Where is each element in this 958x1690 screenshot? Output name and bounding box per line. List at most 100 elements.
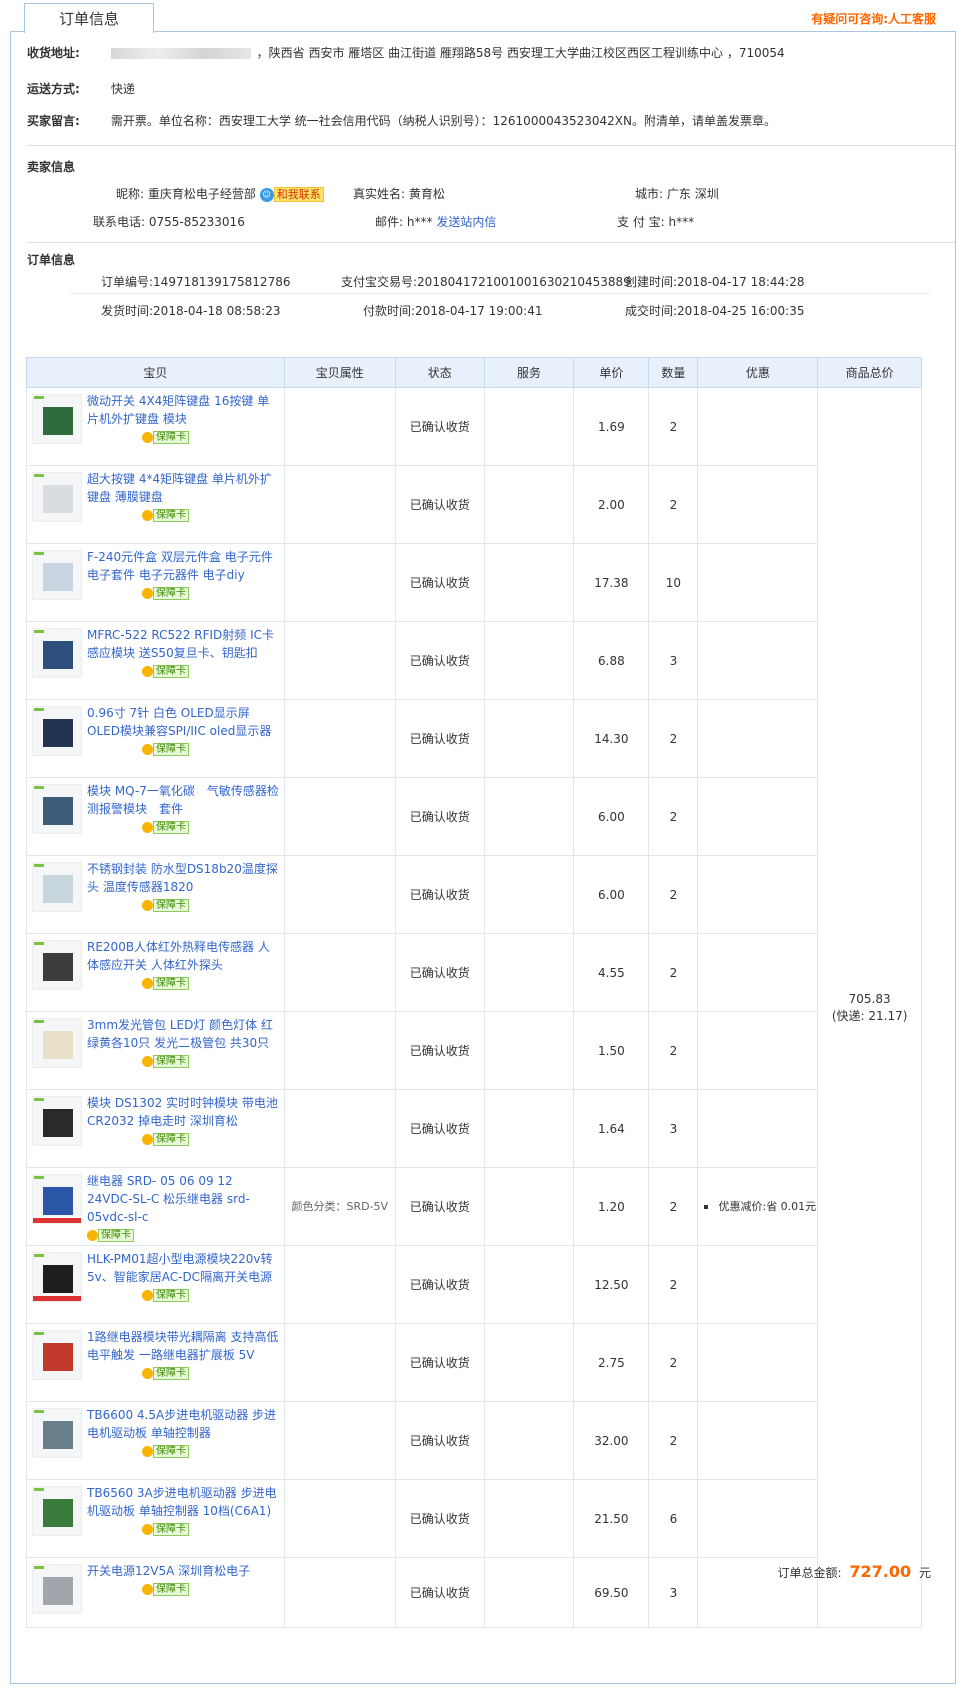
product-title-link[interactable]: 超大按键 4*4矩阵键盘 单片机外扩键盘 薄膜键盘	[87, 470, 280, 506]
product-thumbnail[interactable]	[32, 1408, 82, 1458]
product-thumbnail[interactable]	[32, 628, 82, 678]
bulb-icon	[142, 978, 153, 989]
item-cell: F-240元件盒 双层元件盒 电子元件电子套件 电子元器件 电子diy 保障卡	[26, 543, 285, 622]
table-row: 模块 MQ-7一氧化碳 气敏传感器检测报警模块 套件 保障卡 已确认收货 6.00 2	[26, 777, 922, 856]
discount-cell	[697, 1401, 819, 1480]
product-title-link[interactable]: 不锈钢封装 防水型DS18b20温度探头 温度传感器1820	[87, 860, 280, 896]
guarantee-card-badge[interactable]: 保障卡	[142, 976, 189, 990]
product-title-link[interactable]: HLK-PM01超小型电源模块220v转5v、智能家居AC-DC隔离开关电源	[87, 1250, 280, 1286]
status-cell: 已确认收货	[394, 1323, 485, 1402]
product-title-link[interactable]: 模块 DS1302 实时时钟模块 带电池CR2032 掉电走时 深圳育松	[87, 1094, 280, 1130]
product-thumbnail[interactable]	[32, 862, 82, 912]
bulb-icon	[142, 588, 153, 599]
seller-city: 城市: 广东 深圳	[635, 187, 719, 201]
qty-cell: 2	[648, 933, 699, 1012]
qty-cell: 2	[648, 387, 699, 466]
product-title-link[interactable]: 继电器 SRD- 05 06 09 12 24VDC-SL-C 松乐继电器 sr…	[87, 1172, 280, 1226]
guarantee-card-badge[interactable]: 保障卡	[142, 1132, 189, 1146]
product-thumbnail[interactable]	[32, 1096, 82, 1146]
guarantee-card-badge[interactable]: 保障卡	[142, 1054, 189, 1068]
bulb-icon	[142, 510, 153, 521]
bullet-icon	[704, 1204, 709, 1209]
attr-cell	[283, 699, 396, 778]
product-title-link[interactable]: 1路继电器模块带光耦隔离 支持高低电平触发 一路继电器扩展板 5V	[87, 1328, 280, 1364]
product-title-link[interactable]: 开关电源12V5A 深圳育松电子	[87, 1562, 280, 1580]
price-cell: 2.00	[573, 465, 650, 544]
discount-cell	[697, 933, 819, 1012]
product-thumbnail[interactable]	[32, 1330, 82, 1380]
guarantee-card-badge[interactable]: 保障卡	[142, 898, 189, 912]
product-thumbnail[interactable]	[32, 1564, 82, 1614]
discount-cell	[697, 387, 819, 466]
guarantee-card-badge[interactable]: 保障卡	[142, 1522, 189, 1536]
status-cell: 已确认收货	[394, 1557, 485, 1628]
product-thumbnail[interactable]	[32, 1174, 82, 1224]
status-cell: 已确认收货	[394, 933, 485, 1012]
status-cell: 已确认收货	[394, 855, 485, 934]
service-cell	[483, 1089, 575, 1168]
service-cell	[483, 1167, 575, 1246]
guarantee-card-badge[interactable]: 保障卡	[142, 664, 189, 678]
table-row: RE200B人体红外热释电传感器 人体感应开关 人体红外探头 保障卡 已确认收货 4.…	[26, 933, 922, 1012]
service-cell	[483, 1401, 575, 1480]
qty-cell: 2	[648, 1323, 699, 1402]
col-header-status: 状态	[394, 357, 485, 388]
buyer-note-row: 买家留言: 需开票。单位名称：西安理工大学 统一社会信用代码（纳税人识别号）：1…	[27, 112, 776, 129]
product-thumbnail[interactable]	[32, 472, 82, 522]
status-cell: 已确认收货	[394, 777, 485, 856]
guarantee-card-badge[interactable]: 保障卡	[87, 1228, 134, 1242]
address-row: 收货地址: ，陕西省 西安市 雁塔区 曲江街道 雁翔路58号 西安理工大学曲江校…	[27, 44, 785, 61]
table-row: F-240元件盒 双层元件盒 电子元件电子套件 电子元器件 电子diy 保障卡 已确…	[26, 543, 922, 622]
guarantee-card-badge[interactable]: 保障卡	[142, 1366, 189, 1380]
product-thumbnail[interactable]	[32, 1486, 82, 1536]
product-thumbnail[interactable]	[32, 1252, 82, 1302]
order-section-title: 订单信息	[27, 253, 76, 267]
seller-nick: 昵称: 重庆育松电子经营部 ☺ 和我联系	[116, 185, 324, 202]
item-cell: 超大按键 4*4矩阵键盘 单片机外扩键盘 薄膜键盘保障卡	[26, 465, 285, 544]
product-title-link[interactable]: 模块 MQ-7一氧化碳 气敏传感器检测报警模块 套件	[87, 782, 280, 818]
seller-section-title: 卖家信息	[27, 160, 76, 174]
product-title-link[interactable]: 0.96寸 7针 白色 OLED显示屏 OLED模块兼容SPI/IIC oled…	[87, 704, 280, 740]
service-cell	[483, 465, 575, 544]
product-thumbnail[interactable]	[32, 394, 82, 444]
total-price: 705.83	[848, 991, 891, 1006]
service-cell	[483, 777, 575, 856]
qty-cell: 2	[648, 1245, 699, 1324]
product-title-link[interactable]: TB6600 4.5A步进电机驱动器 步进电机驱动板 单轴控制器	[87, 1406, 280, 1442]
product-title-link[interactable]: F-240元件盒 双层元件盒 电子元件电子套件 电子元器件 电子diy	[87, 548, 280, 584]
attr-cell	[283, 855, 396, 934]
customer-service-link[interactable]: 有疑问可咨询:人工客服	[811, 10, 936, 27]
guarantee-card-badge[interactable]: 保障卡	[142, 1444, 189, 1458]
tab-order-info[interactable]: 订单信息	[24, 3, 154, 33]
wangwang-icon: ☺	[259, 187, 274, 202]
product-thumbnail[interactable]	[32, 706, 82, 756]
guarantee-card-badge[interactable]: 保障卡	[142, 430, 189, 444]
product-title-link[interactable]: TB6560 3A步进电机驱动器 步进电机驱动板 单轴控制器 10档(C6A1)	[87, 1484, 280, 1520]
qty-cell: 3	[648, 1089, 699, 1168]
product-title-link[interactable]: 微动开关 4X4矩阵键盘 16按键 单片机外扩键盘 模块	[87, 392, 280, 428]
attr-cell	[283, 1557, 396, 1628]
created-time: 创建时间:2018-04-17 18:44:28	[625, 275, 805, 289]
alipay-trade-number: 支付宝交易号:20180417210010016302104538​89	[341, 275, 631, 289]
guarantee-card-badge[interactable]: 保障卡	[142, 742, 189, 756]
qty-cell: 2	[648, 855, 699, 934]
guarantee-card-badge[interactable]: 保障卡	[142, 1288, 189, 1302]
contact-seller-button[interactable]: ☺ 和我联系	[259, 187, 324, 202]
product-thumbnail[interactable]	[32, 550, 82, 600]
price-cell: 1.20	[573, 1167, 650, 1246]
product-thumbnail[interactable]	[32, 784, 82, 834]
guarantee-card-badge[interactable]: 保障卡	[142, 508, 189, 522]
product-title-link[interactable]: RE200B人体红外热释电传感器 人体感应开关 人体红外探头	[87, 938, 280, 974]
item-cell: TB6560 3A步进电机驱动器 步进电机驱动板 单轴控制器 10档(C6A1)…	[26, 1479, 285, 1558]
guarantee-card-badge[interactable]: 保障卡	[142, 586, 189, 600]
send-message-link[interactable]: 发送站内信	[436, 215, 496, 229]
product-title-link[interactable]: MFRC-522 RC522 RFID射频 IC卡感应模块 送S50复旦卡、钥匙…	[87, 626, 280, 662]
guarantee-card-badge[interactable]: 保障卡	[142, 1582, 189, 1596]
product-thumbnail[interactable]	[32, 1018, 82, 1068]
col-header-service: 服务	[483, 357, 575, 388]
status-cell: 已确认收货	[394, 1089, 485, 1168]
guarantee-card-badge[interactable]: 保障卡	[142, 820, 189, 834]
product-title-link[interactable]: 3mm发光管包 LED灯 颜色灯体 红绿黄各10只 发光二极管包 共30只	[87, 1016, 280, 1052]
grand-total-amount: 727.00	[849, 1562, 912, 1581]
product-thumbnail[interactable]	[32, 940, 82, 990]
